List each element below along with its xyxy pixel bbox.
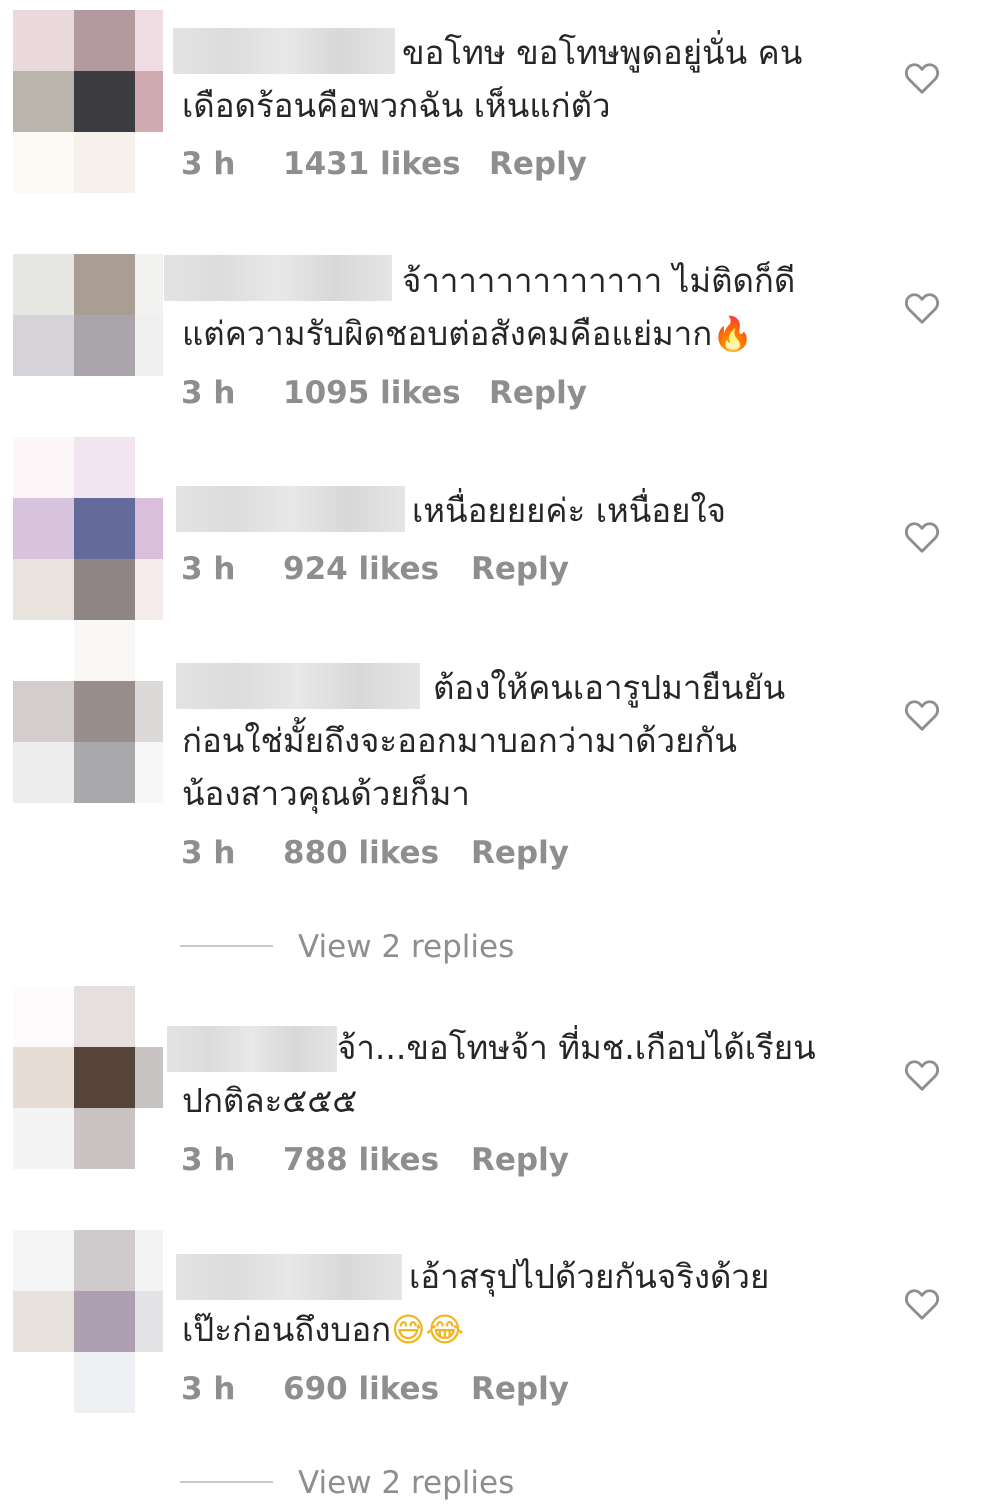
- reply-button[interactable]: Reply: [471, 1142, 569, 1178]
- reply-button[interactable]: Reply: [471, 835, 569, 871]
- replies-divider: [180, 1481, 273, 1483]
- view-replies-button[interactable]: View 2 replies: [298, 1465, 514, 1501]
- replies-divider: [180, 945, 273, 947]
- likes-count[interactable]: 880 likes: [283, 835, 439, 871]
- comment-text-body: เป๊ะก่อนถึงบอก: [182, 1310, 392, 1349]
- view-replies-button[interactable]: View 2 replies: [298, 929, 514, 965]
- likes-count[interactable]: 1431 likes: [283, 146, 461, 182]
- comment-text: เดือดร้อนคือพวกฉัน เห็นแก่ตัว: [182, 86, 611, 125]
- username[interactable]: [167, 1026, 337, 1072]
- laughing-emoji: 😅😂: [391, 1310, 465, 1349]
- comment-text: จ้า...ขอโทษจ้า ที่มช.เกือบได้เรียน: [337, 1028, 816, 1067]
- comment-time: 3 h: [181, 1371, 236, 1407]
- avatar[interactable]: [13, 986, 163, 1170]
- comment-time: 3 h: [181, 551, 236, 587]
- comment-text: ขอโทษ ขอโทษพูดอยู่นั่น คน: [402, 33, 803, 72]
- username[interactable]: [173, 28, 395, 74]
- heart-outline-icon[interactable]: [904, 1287, 940, 1321]
- likes-count[interactable]: 924 likes: [283, 551, 439, 587]
- comment-text: ปกติละ๕๕๕: [182, 1081, 358, 1120]
- username[interactable]: [176, 663, 420, 709]
- heart-outline-icon[interactable]: [904, 520, 940, 554]
- comment-time: 3 h: [181, 146, 236, 182]
- likes-count[interactable]: 1095 likes: [283, 375, 461, 411]
- comment-text: น้องสาวคุณด้วยก็มา: [182, 774, 470, 813]
- username[interactable]: [164, 255, 392, 301]
- comment-text-body: แต่ความรับผิดชอบต่อสังคมคือแย่มาก: [182, 314, 713, 353]
- comment-time: 3 h: [181, 1142, 236, 1178]
- comment-time: 3 h: [181, 835, 236, 871]
- likes-count[interactable]: 788 likes: [283, 1142, 439, 1178]
- reply-button[interactable]: Reply: [489, 146, 587, 182]
- comment-text: แต่ความรับผิดชอบต่อสังคมคือแย่มาก🔥: [182, 307, 753, 360]
- comment-text: ก่อนใช่มั้ยถึงจะออกมาบอกว่ามาด้วยกัน: [182, 721, 737, 760]
- comment-time: 3 h: [181, 375, 236, 411]
- username[interactable]: [176, 486, 405, 532]
- comment-text: เป๊ะก่อนถึงบอก😅😂: [182, 1303, 464, 1356]
- heart-outline-icon[interactable]: [904, 291, 940, 325]
- avatar[interactable]: [13, 620, 163, 804]
- avatar[interactable]: [13, 10, 163, 194]
- avatar[interactable]: [13, 1230, 163, 1414]
- avatar[interactable]: [13, 254, 163, 438]
- reply-button[interactable]: Reply: [489, 375, 587, 411]
- comment-text: เหนื่อยยยค่ะ เหนื่อยใจ: [412, 491, 726, 530]
- comment-text: เอ้าสรุปไปด้วยกันจริงด้วย: [409, 1257, 770, 1296]
- fire-emoji: 🔥: [712, 314, 754, 353]
- heart-outline-icon[interactable]: [904, 698, 940, 732]
- reply-button[interactable]: Reply: [471, 1371, 569, 1407]
- heart-outline-icon[interactable]: [904, 1058, 940, 1092]
- heart-outline-icon[interactable]: [904, 61, 940, 95]
- comment-text: จ้าาาาาาาาาาาาา ไม่ติดก็ดี: [402, 261, 796, 300]
- username[interactable]: [176, 1254, 402, 1300]
- avatar[interactable]: [13, 437, 163, 621]
- comment-text: ต้องให้คนเอารูปมายืนยัน: [433, 668, 786, 707]
- likes-count[interactable]: 690 likes: [283, 1371, 439, 1407]
- reply-button[interactable]: Reply: [471, 551, 569, 587]
